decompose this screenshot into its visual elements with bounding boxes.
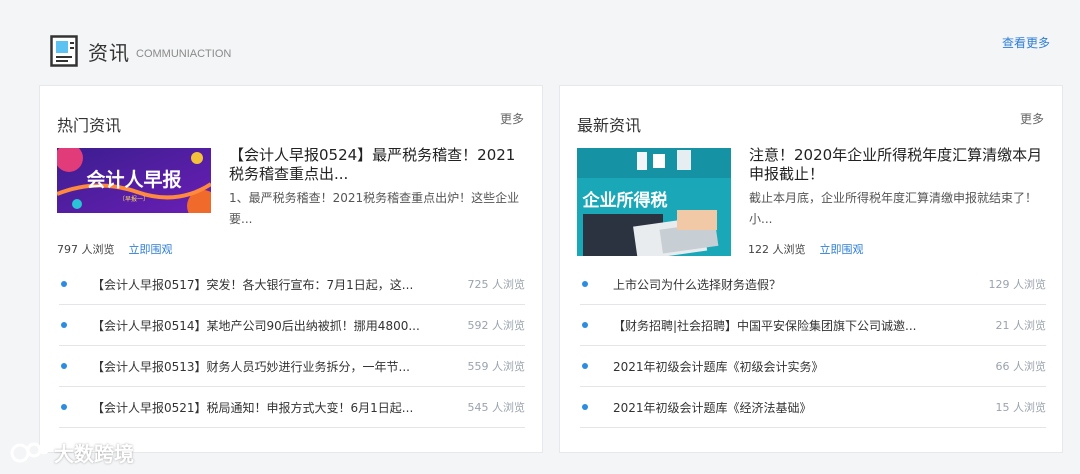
bullet-icon: [61, 363, 67, 369]
watermark-text: 大数跨境: [54, 442, 134, 466]
view-count: 122 人浏览: [748, 243, 806, 256]
list-item[interactable]: 【会计人早报0521】税局通知！申报方式大变！6月1日起... 545 人浏览: [59, 387, 525, 428]
hot-featured-meta: 797 人浏览 立即围观: [57, 241, 173, 257]
latest-news-list: 上市公司为什么选择财务造假？ 129 人浏览 【财务招聘|社会招聘】中国平安保险…: [580, 264, 1046, 428]
section-header: 资讯 COMMUNIACTION: [50, 34, 231, 68]
item-title: 2021年初级会计题库《初级会计实务》: [613, 359, 824, 374]
hot-featured-title[interactable]: 【会计人早报0524】最严税务稽查！2021税务稽查重点出...: [229, 146, 524, 184]
news-icon: [50, 35, 78, 67]
item-views: 129 人浏览: [988, 278, 1047, 291]
bullet-icon: [61, 281, 67, 287]
accounting-morning-banner: 会计人早报 〔早报一〕: [57, 148, 211, 213]
bullet-icon: [582, 322, 588, 328]
bullet-icon: [582, 404, 588, 410]
watch-now-link[interactable]: 立即围观: [820, 241, 864, 257]
latest-news-title: 最新资讯: [577, 116, 642, 135]
item-title: 【会计人早报0513】财务人员巧妙进行业务拆分，一年节...: [92, 359, 410, 374]
list-item[interactable]: 【会计人早报0513】财务人员巧妙进行业务拆分，一年节... 559 人浏览: [59, 346, 525, 387]
bullet-icon: [61, 404, 67, 410]
section-subtitle: COMMUNIACTION: [136, 48, 232, 60]
banner-text: 企业所得税: [582, 190, 668, 211]
hot-news-title: 热门资讯: [57, 116, 122, 135]
item-views: 725 人浏览: [467, 278, 526, 291]
item-views: 15 人浏览: [995, 401, 1047, 414]
watermark: 大数跨境: [10, 438, 134, 467]
list-item[interactable]: 【会计人早报0514】某地产公司90后出纳被抓！挪用4800... 592 人浏…: [59, 305, 525, 346]
latest-featured-title[interactable]: 注意！2020年企业所得税年度汇算清缴本月申报截止！: [749, 146, 1044, 184]
bullet-icon: [582, 281, 588, 287]
list-item[interactable]: 上市公司为什么选择财务造假？ 129 人浏览: [580, 264, 1046, 305]
hot-news-list: 【会计人早报0517】突发！各大银行宣布：7月1日起，这... 725 人浏览 …: [59, 264, 525, 428]
watermark-logo-icon: [10, 442, 50, 462]
latest-news-card: 最新资讯 更多 企业所得税 注意！2020年企业所得税年度汇算清缴本月申报截止！…: [559, 85, 1063, 453]
bullet-icon: [582, 363, 588, 369]
view-count: 797 人浏览: [57, 243, 115, 256]
hot-news-more-link[interactable]: 更多: [500, 110, 524, 127]
bullet-icon: [61, 322, 67, 328]
latest-featured-meta: 122 人浏览 立即围观: [748, 241, 864, 257]
list-item[interactable]: 【会计人早报0517】突发！各大银行宣布：7月1日起，这... 725 人浏览: [59, 264, 525, 305]
watch-now-link[interactable]: 立即围观: [129, 241, 173, 257]
list-item[interactable]: 2021年初级会计题库《经济法基础》 15 人浏览: [580, 387, 1046, 428]
item-title: 【会计人早报0521】税局通知！申报方式大变！6月1日起...: [92, 400, 414, 415]
item-views: 21 人浏览: [995, 319, 1047, 332]
hot-featured-desc: 1、最严税务稽查！2021税务稽查重点出炉！这些企业要...: [229, 191, 520, 226]
item-title: 【财务招聘|社会招聘】中国平安保险集团旗下公司诚邀...: [613, 318, 917, 333]
list-item[interactable]: 2021年初级会计题库《初级会计实务》 66 人浏览: [580, 346, 1046, 387]
item-title: 【会计人早报0514】某地产公司90后出纳被抓！挪用4800...: [92, 318, 420, 333]
item-title: 【会计人早报0517】突发！各大银行宣布：7月1日起，这...: [92, 277, 414, 292]
list-item[interactable]: 【财务招聘|社会招聘】中国平安保险集团旗下公司诚邀... 21 人浏览: [580, 305, 1046, 346]
item-views: 545 人浏览: [467, 401, 526, 414]
item-views: 592 人浏览: [467, 319, 526, 332]
hot-news-card: 热门资讯 更多 会计人早报 〔早报一〕 【会计人早报0524】最严税务稽查！20…: [39, 85, 543, 453]
see-more-link[interactable]: 查看更多: [1002, 34, 1050, 51]
latest-news-more-link[interactable]: 更多: [1020, 110, 1044, 127]
item-title: 2021年初级会计题库《经济法基础》: [613, 400, 812, 415]
item-views: 559 人浏览: [467, 360, 526, 373]
latest-featured-image[interactable]: 企业所得税: [577, 148, 731, 256]
item-title: 上市公司为什么选择财务造假？: [613, 277, 782, 292]
corporate-tax-banner: 企业所得税: [577, 148, 731, 256]
section-title: 资讯: [88, 40, 130, 65]
banner-subtext: 〔早报一〕: [119, 195, 149, 203]
item-views: 66 人浏览: [995, 360, 1047, 373]
banner-text: 会计人早报: [86, 168, 181, 191]
hot-featured-image[interactable]: 会计人早报 〔早报一〕: [57, 148, 211, 213]
latest-featured-desc: 截止本月底，企业所得税年度汇算清缴申报就结束了！小...: [749, 191, 1038, 226]
